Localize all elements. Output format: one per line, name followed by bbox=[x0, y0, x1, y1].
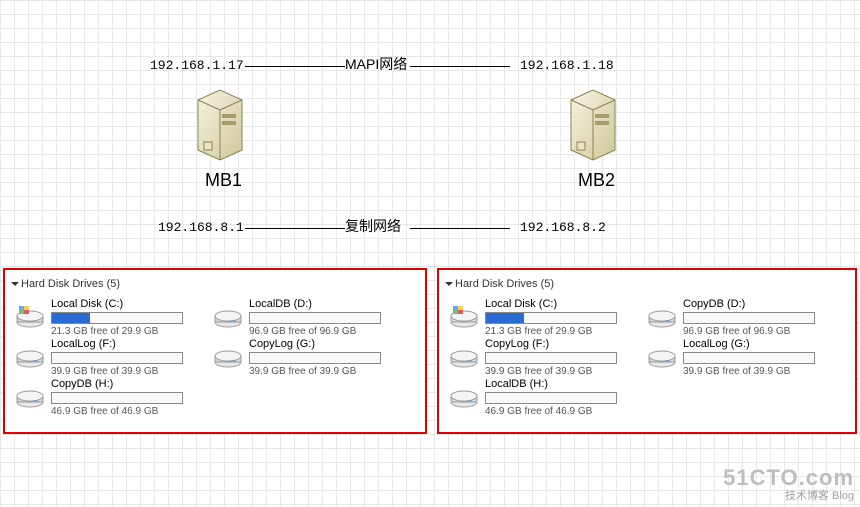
drive-name: LocalLog (G:) bbox=[683, 338, 841, 350]
drive-icon bbox=[449, 342, 479, 370]
drive-text: CopyLog (G:) 39.9 GB free of 39.9 GB bbox=[249, 336, 407, 377]
drive-item[interactable]: LocalLog (G:) 39.9 GB free of 39.9 GB bbox=[645, 336, 843, 376]
drive-item[interactable]: CopyDB (D:)96.9 GB free of 96.9 GB bbox=[645, 296, 843, 336]
drive-icon bbox=[647, 342, 677, 370]
top-left-ip: 192.168.1.17 bbox=[150, 58, 244, 73]
drive-name: CopyLog (G:) bbox=[249, 338, 407, 350]
drive-text: CopyDB (H:) 46.9 GB free of 46.9 GB bbox=[51, 376, 209, 417]
bottom-right-line bbox=[410, 228, 510, 229]
drive-name: CopyLog (F:) bbox=[485, 338, 643, 350]
drive-free-text: 46.9 GB free of 46.9 GB bbox=[51, 406, 209, 417]
drive-text: LocalDB (H:) 46.9 GB free of 46.9 GB bbox=[485, 376, 643, 417]
top-right-ip: 192.168.1.18 bbox=[520, 58, 614, 73]
drive-item[interactable]: CopyLog (G:) 39.9 GB free of 39.9 GB bbox=[211, 336, 409, 376]
usage-bar bbox=[485, 312, 617, 324]
drive-item[interactable]: LocalLog (F:)39.9 GB free of 39.9 GB bbox=[13, 336, 211, 376]
server-right-icon bbox=[565, 88, 621, 164]
drive-panel-right: Hard Disk Drives (5) Local Disk (C:)21.3… bbox=[437, 268, 857, 434]
watermark: 51CTO.com 技术博客 Blog bbox=[723, 465, 854, 503]
server-left-icon bbox=[192, 88, 248, 164]
usage-bar bbox=[249, 352, 381, 364]
drive-text: CopyDB (D:)96.9 GB free of 96.9 GB bbox=[683, 296, 841, 337]
usage-bar bbox=[51, 392, 183, 404]
panel-header: Hard Disk Drives (5) bbox=[13, 276, 417, 296]
server-right-label: MB2 bbox=[578, 170, 615, 191]
drive-icon bbox=[15, 382, 45, 410]
os-drive-icon bbox=[449, 302, 479, 330]
drive-icon bbox=[213, 342, 243, 370]
drive-item[interactable]: LocalDB (D:)96.9 GB free of 96.9 GB bbox=[211, 296, 409, 336]
drive-grid: Local Disk (C:)21.3 GB free of 29.9 GBCo… bbox=[447, 296, 847, 416]
top-network-label: MAPI网络 bbox=[345, 54, 407, 74]
bottom-right-ip: 192.168.8.2 bbox=[520, 220, 606, 235]
drive-free-text: 39.9 GB free of 39.9 GB bbox=[249, 366, 407, 377]
usage-bar bbox=[485, 352, 617, 364]
usage-bar bbox=[683, 312, 815, 324]
diagram-canvas: 192.168.1.17 MAPI网络 192.168.1.18 MB1 bbox=[0, 0, 860, 507]
usage-bar bbox=[51, 312, 183, 324]
drive-name: CopyDB (H:) bbox=[51, 378, 209, 390]
drive-grid: Local Disk (C:)21.3 GB free of 29.9 GBLo… bbox=[13, 296, 417, 416]
drive-item[interactable]: LocalDB (H:) 46.9 GB free of 46.9 GB bbox=[447, 376, 645, 416]
drive-text: CopyLog (F:)39.9 GB free of 39.9 GB bbox=[485, 336, 643, 377]
drive-name: LocalDB (H:) bbox=[485, 378, 643, 390]
drive-text: Local Disk (C:)21.3 GB free of 29.9 GB bbox=[485, 296, 643, 337]
watermark-small: 技术博客 Blog bbox=[723, 487, 854, 503]
drive-text: Local Disk (C:)21.3 GB free of 29.9 GB bbox=[51, 296, 209, 337]
top-right-line bbox=[410, 66, 510, 67]
drive-icon bbox=[213, 302, 243, 330]
drive-text: LocalLog (G:) 39.9 GB free of 39.9 GB bbox=[683, 336, 841, 377]
drive-item[interactable]: CopyLog (F:)39.9 GB free of 39.9 GB bbox=[447, 336, 645, 376]
drive-item[interactable]: CopyDB (H:) 46.9 GB free of 46.9 GB bbox=[13, 376, 211, 416]
drive-icon bbox=[15, 342, 45, 370]
bottom-left-line bbox=[245, 228, 345, 229]
bottom-left-ip: 192.168.8.1 bbox=[158, 220, 244, 235]
drive-name: LocalLog (F:) bbox=[51, 338, 209, 350]
drive-item[interactable]: Local Disk (C:)21.3 GB free of 29.9 GB bbox=[13, 296, 211, 336]
drive-free-text: 39.9 GB free of 39.9 GB bbox=[683, 366, 841, 377]
os-drive-icon bbox=[15, 302, 45, 330]
drive-panel-left: Hard Disk Drives (5) Local Disk (C:)21.3… bbox=[3, 268, 427, 434]
drive-name: CopyDB (D:) bbox=[683, 298, 841, 310]
usage-bar bbox=[249, 312, 381, 324]
usage-bar bbox=[485, 392, 617, 404]
watermark-big: 51CTO.com bbox=[723, 465, 854, 491]
top-left-line bbox=[245, 66, 345, 67]
drive-name: Local Disk (C:) bbox=[485, 298, 643, 310]
drive-name: LocalDB (D:) bbox=[249, 298, 407, 310]
usage-bar bbox=[51, 352, 183, 364]
drive-text: LocalLog (F:)39.9 GB free of 39.9 GB bbox=[51, 336, 209, 377]
drive-name: Local Disk (C:) bbox=[51, 298, 209, 310]
panel-header: Hard Disk Drives (5) bbox=[447, 276, 847, 296]
usage-bar bbox=[683, 352, 815, 364]
drive-icon bbox=[449, 382, 479, 410]
drive-text: LocalDB (D:)96.9 GB free of 96.9 GB bbox=[249, 296, 407, 337]
drive-item[interactable]: Local Disk (C:)21.3 GB free of 29.9 GB bbox=[447, 296, 645, 336]
drive-icon bbox=[647, 302, 677, 330]
bottom-network-label: 复制网络 bbox=[345, 216, 401, 236]
server-left-label: MB1 bbox=[205, 170, 242, 191]
drive-free-text: 46.9 GB free of 46.9 GB bbox=[485, 406, 643, 417]
